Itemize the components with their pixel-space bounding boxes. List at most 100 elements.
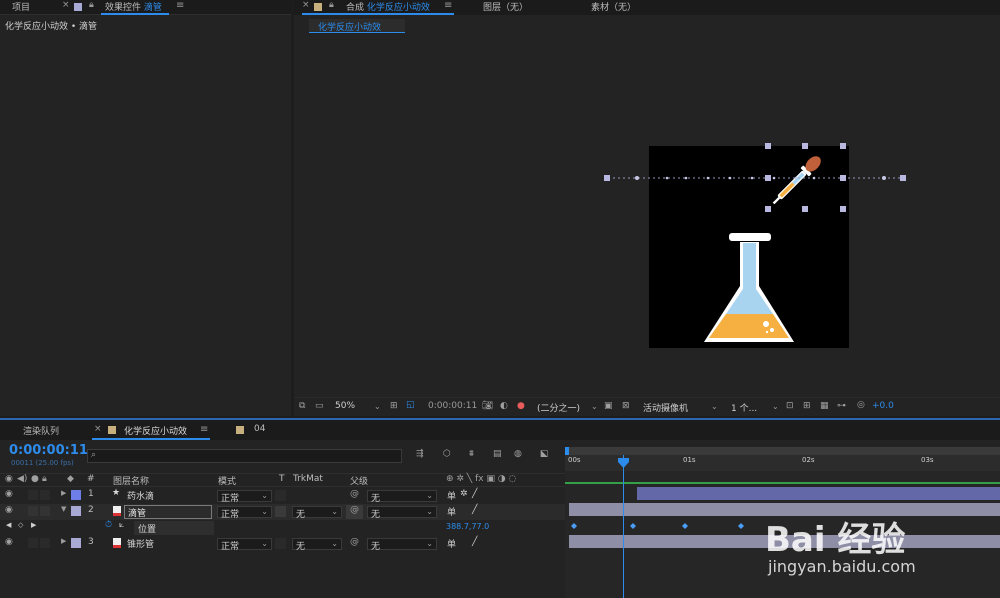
exposure-icon[interactable]: ◎ (857, 400, 865, 410)
eye-icon[interactable]: ◉ (5, 489, 13, 499)
keyframe[interactable] (630, 523, 636, 529)
eye-icon[interactable]: ◉ (5, 537, 13, 547)
current-timecode[interactable]: 0:00:00:11 (9, 443, 88, 458)
solo-toggle[interactable] (28, 506, 38, 516)
col-parent[interactable]: 父级 (350, 474, 368, 487)
layer-row-selected[interactable]: ◉ ▼ 2 滴管 正常 ⌄ 无 ⌄ @ 无 ⌄ 单 ╱ (0, 504, 565, 520)
lock-header-icon[interactable]: 🔒︎ (42, 474, 47, 484)
playhead-line[interactable] (623, 455, 624, 598)
color-channels-icon[interactable]: ● (517, 401, 525, 411)
panel-menu-icon[interactable]: ≡ (200, 424, 208, 435)
keyframe[interactable] (682, 523, 688, 529)
toggle-pixel-aspect-icon[interactable]: ⊡ (786, 401, 794, 411)
frame-blending-icon[interactable]: ▤ (493, 449, 502, 459)
chevron-down-icon[interactable]: ⌄ (711, 402, 718, 411)
panel-menu-icon[interactable]: ≡ (176, 0, 184, 11)
collapse-switch-icon[interactable]: ✲ (460, 489, 468, 499)
label-header-icon[interactable]: ◆ (67, 474, 74, 484)
trkmat-select[interactable]: 无 ⌄ (292, 538, 342, 552)
layer-label-color[interactable] (71, 538, 81, 548)
collapse-arrow-icon[interactable]: ▼ (61, 505, 66, 513)
pickwhip-box[interactable]: @ (346, 505, 363, 519)
tab-other-comp[interactable]: 04 (254, 424, 265, 434)
flowchart-icon[interactable]: ⊶ (837, 401, 846, 411)
time-ruler[interactable]: 00s 01s 02s 03s (565, 455, 1000, 471)
snapshot-icon[interactable]: 📷︎ (482, 401, 493, 411)
views-select[interactable]: 1 个... (731, 401, 757, 414)
add-keyframe-icon[interactable]: ◇ (18, 521, 23, 529)
close-icon[interactable]: × (94, 424, 102, 434)
property-name-box[interactable]: 位置 (134, 521, 214, 535)
always-preview-icon[interactable]: ⧉ (299, 401, 305, 411)
motion-blur-icon[interactable]: ◍ (514, 449, 522, 459)
pickwhip-icon[interactable]: @ (350, 489, 359, 499)
shy-layers-icon[interactable]: ⩩ (469, 449, 474, 459)
tab-render-queue[interactable]: 渲染队列 (23, 424, 59, 437)
fast-preview-icon[interactable]: ⊞ (803, 401, 811, 411)
expand-arrow-icon[interactable]: ▶ (61, 489, 66, 497)
property-value[interactable]: 388.7,77.0 (446, 522, 489, 531)
col-layer-name[interactable]: 图层名称 (113, 474, 149, 487)
work-area-start-handle[interactable] (565, 447, 569, 455)
chevron-down-icon[interactable]: ⌄ (374, 402, 381, 411)
layer-name-edit[interactable]: 滴管 (124, 505, 212, 519)
exposure-value[interactable]: +0.0 (872, 401, 894, 411)
layer-row[interactable]: ◉ ▶ 1 ★ 药水滴 正常 ⌄ @ 无 ⌄ 单 ✲ ╱ (0, 488, 565, 504)
tab-project[interactable]: 项目 (12, 0, 30, 13)
grid-icon[interactable]: ⊞ (390, 401, 398, 411)
preserve-transparency-toggle[interactable] (275, 538, 286, 549)
resolution-select[interactable]: (二分之一) (537, 401, 580, 414)
work-area-bar[interactable] (565, 447, 1000, 455)
monitor-icon[interactable]: ▭ (315, 401, 324, 411)
next-keyframe-icon[interactable]: ▶ (31, 521, 36, 529)
layer-name[interactable]: 药水滴 (127, 489, 154, 502)
blend-mode-select[interactable]: 正常 ⌄ (217, 490, 272, 504)
lock-toggle[interactable] (40, 490, 50, 500)
solo-toggle[interactable] (28, 538, 38, 548)
stopwatch-icon[interactable]: ⏱︎ (105, 520, 112, 530)
tab-timeline-comp[interactable]: 化学反应小动效 (124, 424, 187, 437)
timecode-display[interactable]: 0:00:00:11 (428, 401, 477, 411)
col-trkmat[interactable]: TrkMat (293, 474, 323, 484)
layer-search-input[interactable]: ⌕ (87, 449, 402, 463)
pickwhip-icon[interactable]: @ (350, 537, 359, 547)
keyframe[interactable] (738, 523, 744, 529)
draft-3d-icon[interactable]: ⬡ (443, 449, 451, 459)
layer-bar-1[interactable] (637, 487, 1000, 500)
eye-header-icon[interactable]: ◉ (5, 474, 13, 484)
quality-switch-icon[interactable]: ╱ (472, 505, 477, 515)
timeline-icon[interactable]: ▦ (820, 401, 829, 411)
lock-icon[interactable]: 🔒︎ (89, 0, 94, 10)
col-mode[interactable]: 模式 (218, 474, 236, 487)
chevron-down-icon[interactable]: ⌄ (591, 402, 598, 411)
layer-name[interactable]: 锥形管 (127, 537, 154, 550)
mask-visibility-icon[interactable]: ◱ (406, 400, 415, 410)
graph-icon[interactable]: ⟀ (119, 520, 124, 530)
transparency-grid-icon[interactable]: ⊠ (622, 401, 630, 411)
lock-toggle[interactable] (40, 506, 50, 516)
tab-effect-controls[interactable]: 效果控件 滴管 (105, 0, 162, 13)
shy-switch-icon[interactable]: 单 (447, 537, 456, 550)
preserve-transparency-toggle[interactable] (275, 506, 286, 517)
expand-arrow-icon[interactable]: ▶ (61, 537, 66, 545)
keyframe[interactable] (571, 523, 577, 529)
playhead-handle[interactable] (617, 457, 630, 469)
graph-editor-icon[interactable]: ⬕ (540, 449, 549, 459)
layer-row[interactable]: ◉ ▶ 3 锥形管 正常 ⌄ 无 ⌄ @ 无 ⌄ 单 ╱ (0, 536, 565, 552)
blend-mode-select[interactable]: 正常 ⌄ (217, 506, 272, 520)
parent-select[interactable]: 无 ⌄ (367, 506, 437, 520)
zoom-select[interactable]: 50% (335, 401, 355, 411)
property-row[interactable]: ◀ ◇ ▶ ⏱︎ ⟀ 位置 388.7,77.0 (0, 520, 565, 536)
camera-select[interactable]: 活动摄像机 (643, 401, 688, 414)
prev-keyframe-icon[interactable]: ◀ (6, 521, 11, 529)
show-snapshot-icon[interactable]: ◐ (500, 401, 508, 411)
quality-switch-icon[interactable]: ╱ (472, 537, 477, 547)
trkmat-select[interactable]: 无 ⌄ (292, 506, 342, 520)
close-icon[interactable]: × (62, 0, 70, 10)
shy-switch-icon[interactable]: 单 (447, 505, 456, 518)
parent-select[interactable]: 无 ⌄ (367, 538, 437, 552)
layer-label-color[interactable] (71, 506, 81, 516)
region-of-interest-icon[interactable]: ▣ (604, 401, 613, 411)
solo-header-icon[interactable]: ● (31, 474, 39, 484)
blend-mode-select[interactable]: 正常 ⌄ (217, 538, 272, 552)
